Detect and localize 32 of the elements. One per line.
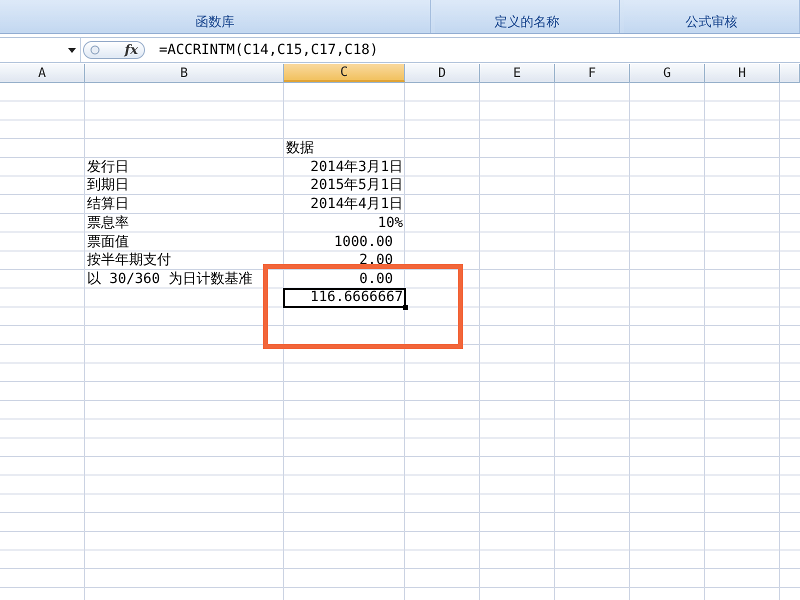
value-cell[interactable]: 1000.00	[284, 232, 405, 250]
ribbon-group-label: 公式审核	[624, 0, 800, 33]
value-cell[interactable]: 10%	[284, 214, 405, 232]
value-cell[interactable]: 2014年3月1日	[284, 158, 405, 176]
dropdown-caret-icon[interactable]	[68, 48, 76, 52]
label-cell-text: 以 30/360 为日计数基准	[86, 270, 254, 288]
ribbon-group-label: 定义的名称	[435, 0, 620, 33]
label-cell-text: 到期日	[86, 176, 130, 194]
column-header[interactable]: A	[0, 64, 85, 82]
ribbon-group-label: 函数库	[0, 0, 431, 33]
value-cell[interactable]: 2015年5月1日	[284, 176, 405, 194]
insert-function-button[interactable]: fx	[124, 42, 138, 58]
value-cell[interactable]: 116.6666667	[284, 288, 405, 306]
column-header[interactable]: D	[405, 64, 480, 82]
label-cell-text: 票面值	[86, 232, 130, 250]
label-cell-text: 结算日	[86, 195, 130, 214]
fill-handle[interactable]	[403, 305, 408, 310]
formula-bar-controls[interactable]: fx	[83, 41, 145, 59]
column-header[interactable]: G	[630, 64, 705, 82]
value-cell[interactable]: 2.00	[284, 251, 405, 270]
value-cell[interactable]: 数据	[284, 139, 405, 158]
formula-field[interactable]: =ACCRINTM(C14,C15,C17,C18)	[159, 42, 378, 58]
value-cell[interactable]: 2014年4月1日	[284, 195, 405, 214]
value-cell[interactable]: 0.00	[284, 270, 405, 288]
column-header[interactable]: H	[705, 64, 780, 82]
label-cell-text: 按半年期支付	[86, 251, 172, 270]
column-header[interactable]: F	[555, 64, 630, 82]
label-cell-text: 票息率	[86, 214, 130, 232]
column-header[interactable]: E	[480, 64, 555, 82]
circle-icon	[90, 45, 100, 55]
label-cell-text: 发行日	[86, 158, 130, 176]
column-header[interactable]: C	[284, 64, 405, 82]
